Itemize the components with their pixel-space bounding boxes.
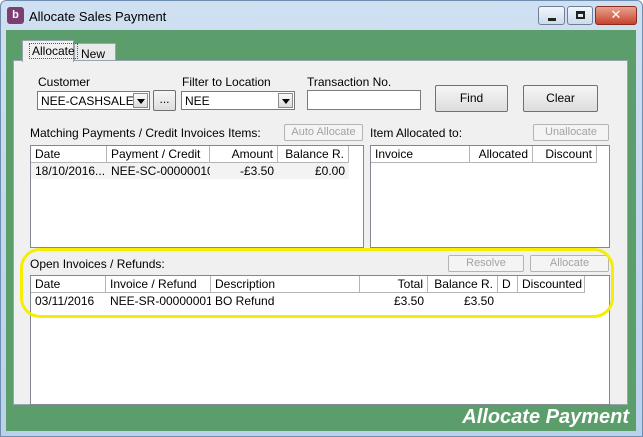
chevron-down-icon[interactable]: [133, 93, 148, 108]
customer-browse-button[interactable]: ...: [153, 90, 176, 111]
customer-value: NEE-CASHSALE: [41, 94, 134, 108]
window-title: Allocate Sales Payment: [29, 9, 167, 24]
matching-grid-header: Date Payment / Credit Amount Balance R.: [31, 146, 363, 163]
tab-allocate[interactable]: Allocate: [22, 40, 78, 62]
minimize-icon: [548, 18, 556, 21]
column-header[interactable]: Payment / Credit: [107, 146, 210, 163]
customer-label: Customer: [38, 75, 91, 89]
transaction-label: Transaction No.: [307, 75, 392, 89]
location-value: NEE: [185, 94, 210, 108]
column-header[interactable]: Date: [31, 146, 107, 163]
highlight-annotation: [20, 248, 614, 318]
clear-button[interactable]: Clear: [523, 85, 598, 112]
allocated-grid[interactable]: Invoice Allocated Discount: [370, 145, 610, 248]
location-label: Filter to Location: [182, 75, 271, 89]
minimize-button[interactable]: [538, 6, 565, 25]
column-header[interactable]: Invoice: [371, 146, 470, 163]
close-icon: ✕: [610, 7, 622, 22]
footer-title: Allocate Payment: [462, 406, 629, 428]
title-bar[interactable]: b Allocate Sales Payment ✕: [1, 1, 642, 31]
column-header[interactable]: Allocated: [470, 146, 533, 163]
column-header[interactable]: Amount: [210, 146, 278, 163]
cell-balance: £0.00: [314, 164, 345, 178]
cell-date: 18/10/2016...: [35, 164, 106, 178]
column-header[interactable]: Balance R.: [278, 146, 349, 163]
customer-select[interactable]: NEE-CASHSALE: [37, 91, 150, 110]
location-select[interactable]: NEE: [181, 91, 295, 110]
matching-grid[interactable]: Date Payment / Credit Amount Balance R. …: [30, 145, 364, 248]
table-row[interactable]: 18/10/2016... NEE-SC-00000010 -£3.50 £0.…: [31, 163, 349, 179]
close-button[interactable]: ✕: [595, 6, 637, 25]
allocated-grid-header: Invoice Allocated Discount: [371, 146, 609, 163]
maximize-button[interactable]: [567, 6, 593, 25]
tab-allocate-label: Allocate: [29, 43, 78, 59]
find-button[interactable]: Find: [435, 85, 508, 112]
app-icon: b: [7, 7, 24, 24]
matching-title: Matching Payments / Credit Invoices Item…: [30, 126, 261, 140]
cell-payment: NEE-SC-00000010: [111, 164, 210, 178]
chevron-down-icon[interactable]: [278, 93, 293, 108]
transaction-input[interactable]: [307, 90, 421, 110]
unallocate-button[interactable]: Unallocate: [533, 124, 609, 141]
allocated-title: Item Allocated to:: [370, 126, 463, 140]
maximize-icon: [576, 11, 585, 19]
auto-allocate-button[interactable]: Auto Allocate: [284, 124, 363, 141]
tab-new-label: New: [81, 47, 106, 61]
cell-amount: -£3.50: [239, 164, 274, 178]
column-header[interactable]: Discount: [533, 146, 597, 163]
